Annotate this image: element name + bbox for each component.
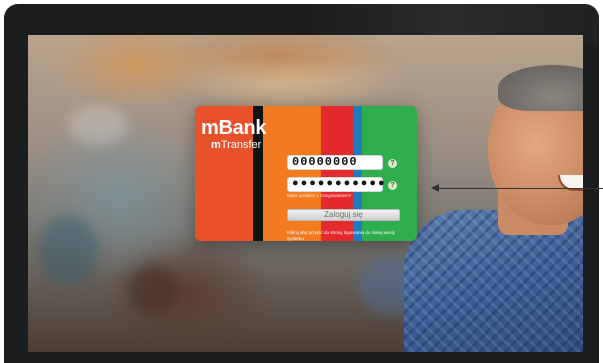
login-input[interactable]: 00000000 [287,155,383,170]
device-frame: mBank mTransfer 00000000 ? ●●●●●●●●●●● ?… [4,4,599,363]
forgot-login-link[interactable]: Masz problem z zalogowaniem? [287,193,351,198]
login-button[interactable]: Zaloguj się [287,209,400,221]
person-hair [498,65,583,111]
annotation-arrow-head-icon [431,184,439,192]
background-bokeh [128,265,178,315]
screen: mBank mTransfer 00000000 ? ●●●●●●●●●●● ?… [28,35,583,352]
annotation-arrow-line [437,188,603,189]
old-system-link[interactable]: Kliknij aby przejść do strony logowania … [287,230,397,241]
login-card: mBank mTransfer 00000000 ? ●●●●●●●●●●● ?… [195,106,417,241]
login-help-icon[interactable]: ? [388,159,397,168]
background-bokeh [38,215,98,285]
password-help-icon[interactable]: ? [388,181,397,190]
background-bokeh [68,105,128,145]
product-name: mTransfer [211,139,261,151]
product-prefix: m [211,139,221,151]
password-input[interactable]: ●●●●●●●●●●● [287,177,385,192]
brand-logo: mBank [201,117,267,139]
product-suffix: Transfer [220,139,262,151]
